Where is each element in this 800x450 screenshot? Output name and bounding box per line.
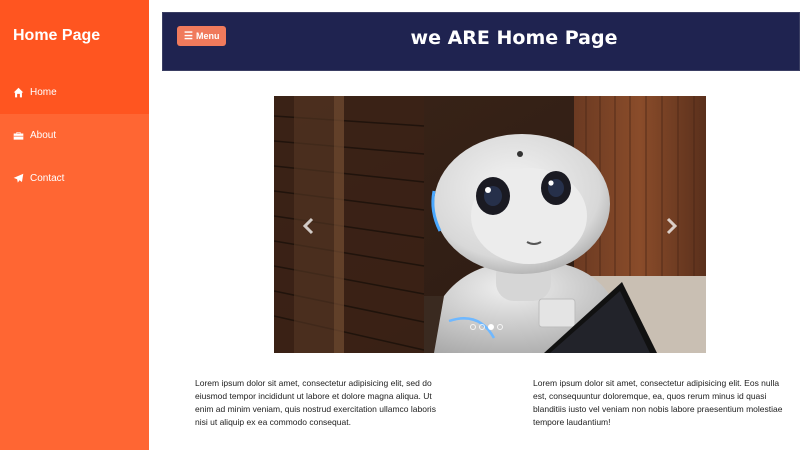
image-carousel [274,96,706,353]
sidebar: Home Page Home About Contact [0,0,149,450]
sidebar-item-home[interactable]: Home [0,71,149,114]
sidebar-item-label: Contact [30,173,65,184]
briefcase-icon [13,130,24,141]
carousel-next-button[interactable] [662,214,682,238]
page-title: we ARE Home Page [410,27,618,49]
content-paragraph-left: Lorem ipsum dolor sit amet, consectetur … [195,378,436,427]
paper-plane-icon [13,173,24,184]
chevron-right-icon [666,217,678,235]
carousel-indicator-active[interactable] [488,324,494,330]
carousel-image-robot [274,96,706,353]
carousel-indicator[interactable] [470,324,476,330]
chevron-left-icon [302,217,314,235]
sidebar-title: Home Page [0,0,149,71]
carousel-indicators [470,324,503,330]
sidebar-item-about[interactable]: About [0,114,149,157]
content-paragraph-right: Lorem ipsum dolor sit amet, consectetur … [533,378,783,427]
sidebar-item-contact[interactable]: Contact [0,157,149,200]
carousel-prev-button[interactable] [298,214,318,238]
carousel-indicator[interactable] [497,324,503,330]
home-icon [13,87,24,98]
carousel-indicator[interactable] [479,324,485,330]
header-bar: ☰ Menu we ARE Home Page [162,12,800,71]
sidebar-item-label: Home [30,87,57,98]
sidebar-item-label: About [30,130,57,141]
